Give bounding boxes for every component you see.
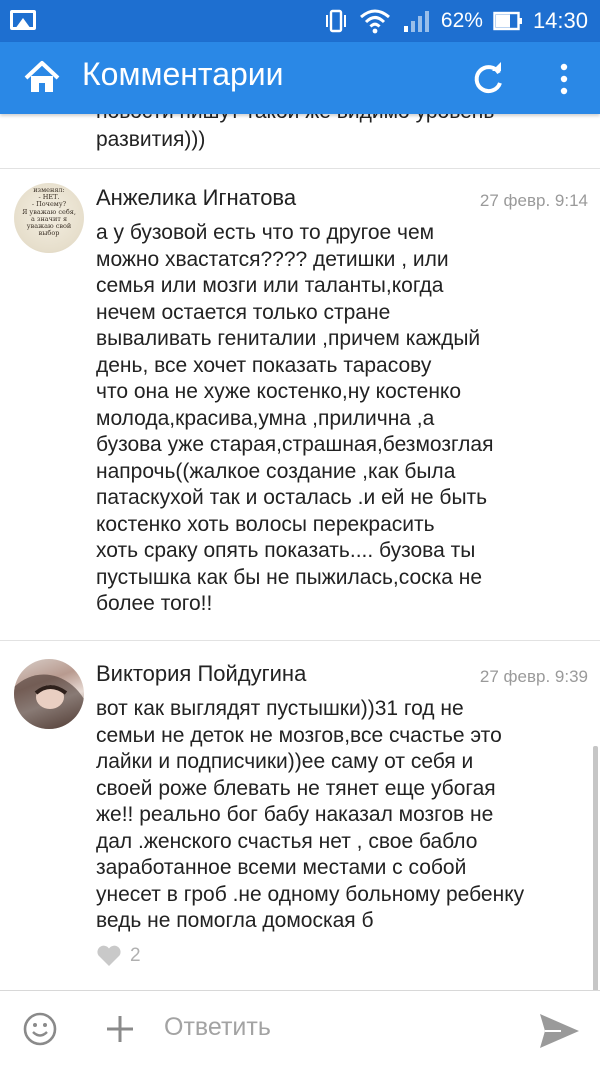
avatar[interactable] [14,659,84,729]
comment-time: 27 февр. 9:14 [479,191,588,210]
home-icon[interactable] [22,58,62,98]
signal-icon [403,11,429,32]
refresh-icon[interactable] [468,58,508,98]
reply-input[interactable]: Ответить [164,1013,271,1042]
scrollbar[interactable] [593,746,598,990]
avatar-text: изменял: - НЕТ. - Почему? Я уважаю себя,… [22,186,76,238]
comment-author[interactable]: Виктория Пойдугина [96,661,306,687]
page-title: Комментарии [82,56,284,92]
clock: 14:30 [532,8,588,33]
comment-item: изменял: - НЕТ. - Почему? Я уважаю себя,… [0,169,600,664]
reply-bar: Ответить [0,990,600,1067]
comment-item: Виктория Пойдугина 27 февр. 9:39 вот как… [0,641,600,990]
gallery-icon [10,10,36,30]
status-bar: 62% 14:30 [0,0,600,42]
send-icon[interactable] [537,1011,581,1051]
comment-text: а у бузовой есть что то другое чем можно… [96,221,494,615]
comments-list[interactable]: новости пишут такой же видимо уровень ра… [0,114,600,990]
comment-time: 27 февр. 9:39 [479,667,588,686]
more-icon[interactable] [556,60,572,100]
comment-author[interactable]: Анжелика Игнатова [96,185,296,211]
like-count: 2 [130,945,141,966]
battery-icon [493,11,522,31]
vibrate-icon [325,9,346,33]
like-button[interactable]: 2 [96,945,141,967]
partial-comment-text: новости пишут такой же видимо уровень ра… [96,114,494,151]
avatar[interactable]: изменял: - НЕТ. - Почему? Я уважаю себя,… [14,183,84,253]
attach-plus-icon[interactable] [104,1013,136,1045]
avatar-photo [14,674,84,729]
wifi-icon [359,9,390,34]
app-bar: Комментарии [0,42,600,114]
emoji-icon[interactable] [22,1011,58,1047]
heart-icon [97,945,121,966]
comment-text: вот как выглядят пустышки))31 год не сем… [96,697,525,932]
battery-percent: 62% [440,9,483,32]
